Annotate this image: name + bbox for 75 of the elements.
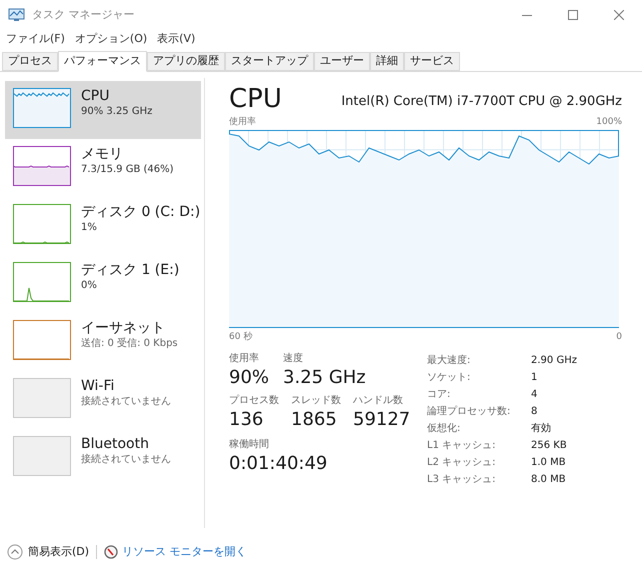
stat-label: 使用率 [229,352,260,366]
spec-label: ソケット: [427,371,472,385]
spec-label: 最大速度: [427,354,472,368]
maximize-icon [568,10,578,20]
usage-graph-icon [13,378,71,418]
usage-graph-icon [13,204,71,244]
tab[interactable]: スタートアップ [225,52,314,71]
item-detail: 90% 3.25 GHz [81,105,152,119]
stat-value: 59127 [353,408,410,432]
spec-value: 1.0 MB [531,456,567,470]
stat-value: 1865 [291,408,338,432]
spec-value: 8.0 MB [531,473,567,487]
tab[interactable]: プロセス [2,52,58,71]
tab[interactable]: アプリの履歴 [147,52,225,71]
usage-graph-icon [13,262,71,302]
panel-title: CPU [229,84,282,114]
tab[interactable]: サービス [404,52,460,71]
tab[interactable]: ユーザー [314,52,370,71]
stat-value: 90% [229,366,270,390]
stat-value: 136 [229,408,264,432]
app-icon [8,7,26,23]
item-detail: 送信: 0 受信: 0 Kbps [81,337,178,351]
resource-monitor-link[interactable]: リソース モニターを開く [104,544,247,560]
spec-value: 2.90 GHz [531,354,577,368]
menu-item[interactable]: ファイル(F) [6,30,65,48]
usage-graph-icon [13,88,71,128]
menu-item[interactable]: 表示(V) [157,30,196,48]
spec-value: 4 [531,388,538,402]
graph-max-label: 100% [596,116,622,129]
spec-value: 256 KB [531,439,568,453]
item-detail: 1% [81,221,98,235]
time-axis-label: 60 秒 [229,330,252,344]
close-icon [614,10,624,20]
spec-value: 有効 [531,422,552,436]
spec-label: L2 キャッシュ: [427,456,496,470]
usage-graph-icon [13,320,71,360]
spec-label: 仮想化: [427,422,462,436]
item-detail: 接続されていません [81,453,171,467]
item-name: Wi-Fi [81,378,116,395]
item-detail: 接続されていません [81,395,171,409]
menu-item[interactable]: オプション(O) [74,30,148,48]
spec-label: コア: [427,388,452,402]
tab[interactable]: 詳細 [370,52,404,71]
item-name: メモリ [81,146,124,163]
uptime-value: 0:01:40:49 [229,452,328,476]
spec-label: L1 キャッシュ: [427,439,496,453]
tab[interactable]: パフォーマンス [58,51,147,72]
usage-graph-icon [13,146,71,186]
item-detail: 0% [81,279,98,293]
item-name: ディスク 1 (E:) [81,262,180,279]
item-name: CPU [81,88,110,105]
spec-value: 1 [531,371,538,385]
stat-label: ハンドル数 [353,394,404,408]
stat-value: 3.25 GHz [283,366,366,390]
stat-label: 稼働時間 [229,438,270,452]
item-name: ディスク 0 (C: D:) [81,204,200,221]
fewer-details-button[interactable]: 簡易表示(D) [7,544,90,560]
sidebar-item[interactable]: CPU 90% 3.25 GHz [5,81,201,139]
stat-label: スレッド数 [291,394,341,408]
spec-label: 論理プロセッサ数: [427,404,512,419]
graph-label: 使用率 [229,116,256,129]
chevron-up-icon [7,544,23,560]
item-name: イーサネット [81,320,166,337]
item-detail: 7.3/15.9 GB (46%) [81,163,174,177]
window-title: タスク マネージャー [32,6,134,23]
stat-label: プロセス数 [229,394,279,408]
spec-label: L3 キャッシュ: [427,473,496,487]
minimize-icon [522,14,532,16]
spec-value: 8 [531,405,538,419]
gauge-icon [104,545,118,559]
stat-label: 速度 [283,352,304,366]
graph-min-label: 0 [616,330,622,344]
usage-graph-icon [13,436,71,476]
processor-name: Intel(R) Core(TM) i7-7700T CPU @ 2.90GHz [341,92,622,110]
item-name: Bluetooth [81,436,150,453]
